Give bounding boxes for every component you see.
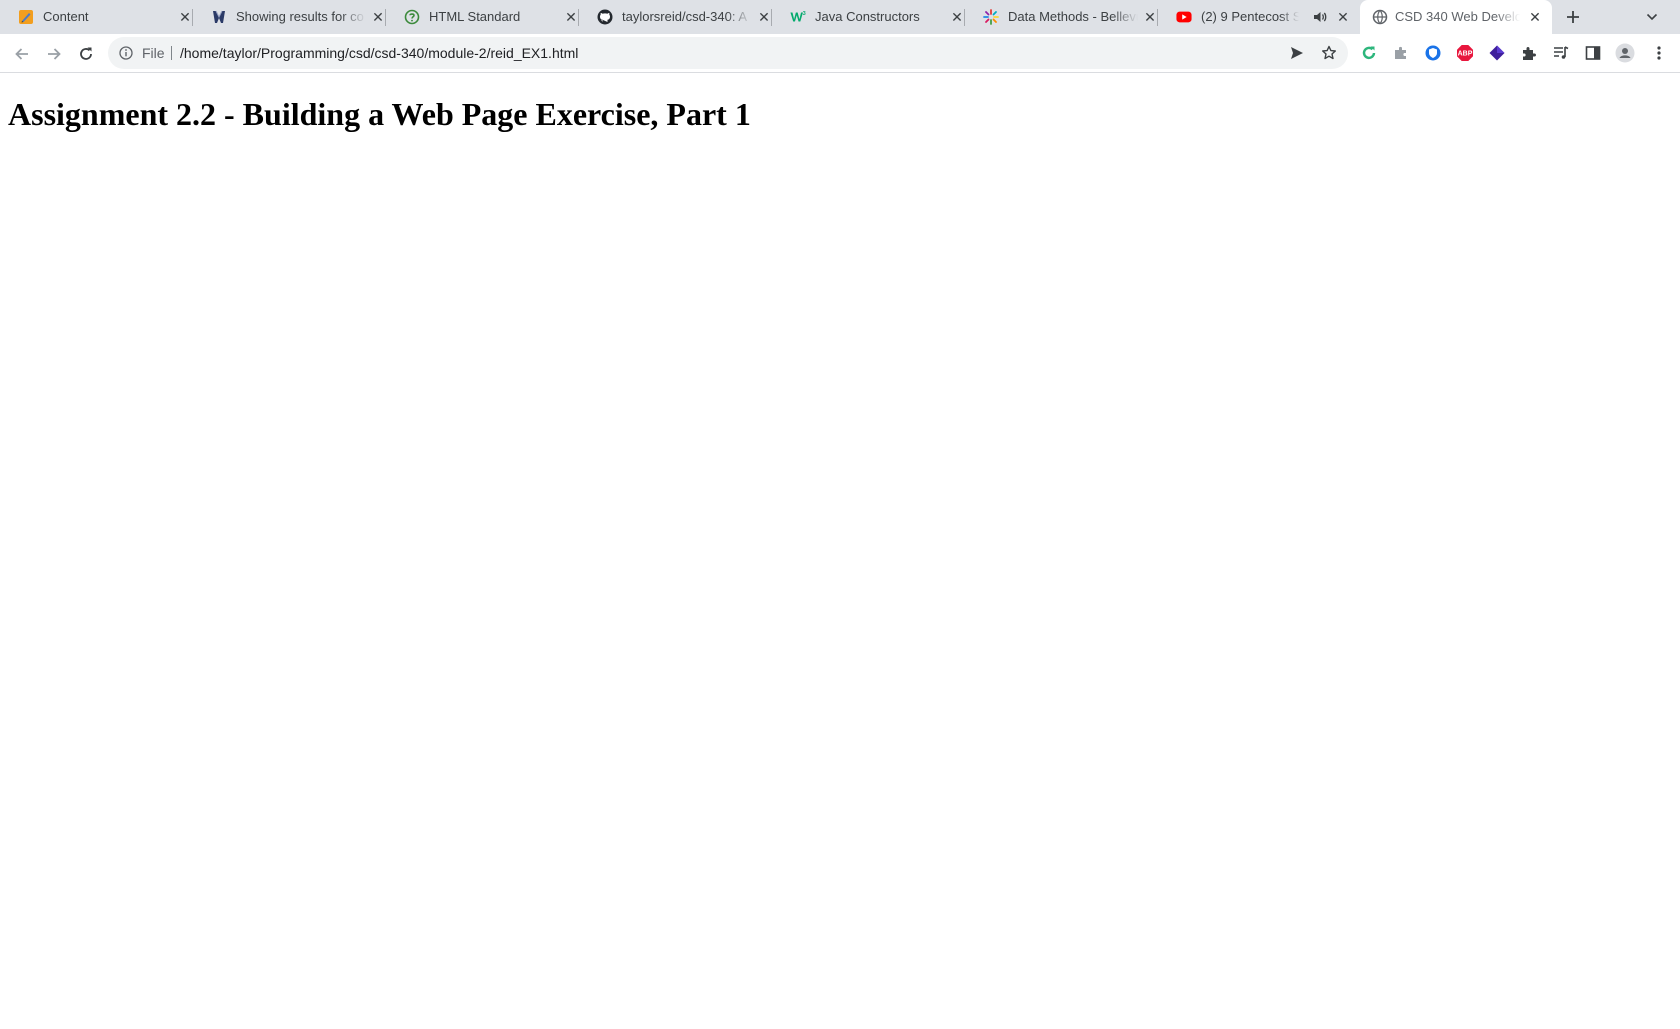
tab-search-results[interactable]: Showing results for co ✕ (193, 0, 386, 34)
url-text[interactable]: /home/taylor/Programming/csd/csd-340/mod… (180, 45, 578, 61)
pencil-notebook-icon (18, 9, 34, 25)
page-viewport: Assignment 2.2 - Building a Web Page Exe… (0, 74, 1680, 1029)
close-icon[interactable]: ✕ (563, 9, 579, 25)
tab-strip: Content ✕ Showing results for co ✕ HTML … (0, 0, 1680, 36)
close-icon[interactable]: ✕ (1527, 9, 1543, 25)
close-icon[interactable]: ✕ (177, 9, 193, 25)
close-icon[interactable]: ✕ (1335, 9, 1351, 25)
tab-github-repo[interactable]: taylorsreid/csd-340: A ✕ (579, 0, 772, 34)
info-icon[interactable] (118, 45, 134, 61)
scheme-divider (171, 46, 172, 60)
purple-gem-extension-icon[interactable] (1487, 43, 1507, 63)
tab-title: Data Methods - Bellevu (1008, 9, 1138, 24)
tab-title: Showing results for co (236, 9, 364, 24)
puzzle-icon[interactable] (1519, 43, 1539, 63)
tab-youtube[interactable]: (2) 9 Pentecost Sc ✕ (1158, 0, 1351, 34)
new-tab-button[interactable] (1561, 5, 1585, 29)
tab-html-standard[interactable]: HTML Standard ✕ (386, 0, 579, 34)
question-circle-icon (404, 9, 420, 25)
close-icon[interactable]: ✕ (1142, 9, 1158, 25)
kebab-menu-icon[interactable] (1649, 43, 1669, 63)
tab-title: CSD 340 Web Develop (1395, 9, 1520, 24)
tab-title: HTML Standard (429, 9, 521, 24)
tab-title: (2) 9 Pentecost Sc (1201, 9, 1299, 24)
back-button[interactable] (8, 40, 36, 68)
tab-data-methods[interactable]: Data Methods - Bellevu ✕ (965, 0, 1158, 34)
w3schools-icon: 3 (790, 9, 806, 25)
reading-list-icon[interactable] (1551, 43, 1571, 63)
tab-csd-340[interactable]: CSD 340 Web Develop ✕ (1360, 0, 1552, 36)
bookmark-star-icon[interactable] (1317, 41, 1341, 65)
adblock-label: ABP (1458, 51, 1473, 58)
chevron-down-icon[interactable] (1640, 5, 1664, 29)
blue-shield-extension-icon[interactable] (1423, 43, 1443, 63)
side-panel-icon[interactable] (1583, 43, 1603, 63)
send-icon[interactable] (1285, 41, 1309, 65)
address-bar[interactable]: File /home/taylor/Programming/csd/csd-34… (108, 37, 1348, 69)
adblock-extension-icon[interactable]: ABP (1455, 43, 1475, 63)
tab-title: Content (43, 9, 89, 24)
github-icon (597, 9, 613, 25)
close-icon[interactable]: ✕ (949, 9, 965, 25)
tab-title: Java Constructors (815, 9, 920, 24)
svg-text:3: 3 (803, 11, 806, 17)
tab-java-constructors[interactable]: 3 Java Constructors ✕ (772, 0, 965, 34)
puzzle-grey-extension-icon[interactable] (1391, 43, 1411, 63)
page-title: Assignment 2.2 - Building a Web Page Exe… (8, 96, 751, 132)
toolbar: File /home/taylor/Programming/csd/csd-34… (0, 34, 1680, 73)
refresh-extension-icon[interactable] (1359, 43, 1379, 63)
close-icon[interactable]: ✕ (370, 9, 386, 25)
speaker-icon[interactable] (1313, 9, 1327, 25)
youtube-icon (1176, 9, 1192, 25)
tab-title: taylorsreid/csd-340: A (622, 9, 748, 24)
close-icon[interactable]: ✕ (756, 9, 772, 25)
wolverine-icon (211, 9, 227, 25)
spark-icon (983, 9, 999, 25)
reload-button[interactable] (72, 40, 100, 68)
forward-button[interactable] (40, 40, 68, 68)
url-scheme: File (142, 45, 165, 61)
tab-content[interactable]: Content ✕ (0, 0, 193, 34)
profile-icon[interactable] (1615, 43, 1635, 63)
globe-icon (1372, 9, 1388, 25)
